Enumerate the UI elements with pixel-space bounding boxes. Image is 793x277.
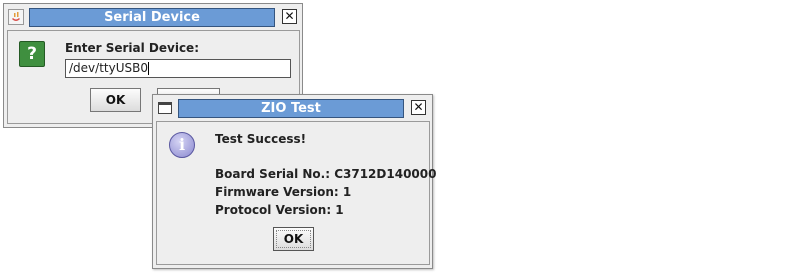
firmware-version-text: Firmware Version: 1 [215,185,352,199]
zio-dialog-titlebar[interactable]: ZIO Test ✕ [153,95,432,121]
serial-device-input[interactable]: /dev/ttyUSB0 [65,59,291,78]
protocol-version-text: Protocol Version: 1 [215,203,344,217]
close-icon[interactable]: ✕ [411,100,426,115]
java-app-icon [8,9,24,25]
zio-ok-button[interactable]: OK [273,227,314,251]
serial-dialog-title: Serial Device [29,8,275,27]
zio-dialog-content: i Test Success! Board Serial No.: C3712D… [156,121,436,265]
test-status-text: Test Success! [215,132,307,146]
serial-dialog-titlebar[interactable]: Serial Device ✕ [4,4,302,30]
info-icon: i [169,132,195,158]
zio-test-dialog: ZIO Test ✕ i Test Success! Board Serial … [152,94,436,269]
question-icon: ? [19,41,45,67]
serial-device-input-value: /dev/ttyUSB0 [69,61,148,75]
board-serial-text: Board Serial No.: C3712D140000 [215,167,437,181]
window-icon [158,102,172,114]
serial-ok-button[interactable]: OK [90,88,141,112]
zio-dialog-title: ZIO Test [178,99,404,118]
text-caret [147,62,149,75]
close-icon[interactable]: ✕ [282,9,297,24]
serial-prompt-label: Enter Serial Device: [65,41,199,55]
